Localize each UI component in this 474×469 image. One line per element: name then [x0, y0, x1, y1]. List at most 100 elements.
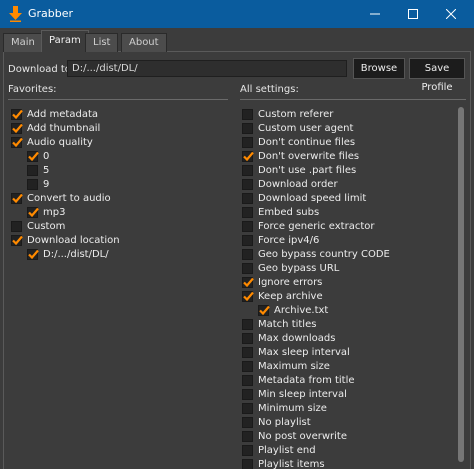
setting-label: No playlist — [258, 417, 311, 428]
checkbox[interactable] — [242, 361, 253, 372]
setting-label: Don't use .part files — [258, 165, 357, 176]
checkbox[interactable] — [242, 431, 253, 442]
checkmark-icon — [243, 277, 254, 288]
setting-label: Download order — [258, 179, 338, 190]
setting-label: Keep archive — [258, 291, 323, 302]
checkbox[interactable] — [11, 235, 23, 246]
checkbox[interactable] — [242, 417, 253, 428]
setting-label: Playlist end — [258, 445, 316, 456]
setting-label: Ignore errors — [258, 277, 323, 288]
checkbox[interactable] — [11, 221, 22, 232]
checkbox[interactable] — [27, 179, 38, 190]
tab-list[interactable]: List — [85, 33, 119, 52]
checkmark-icon — [28, 249, 39, 260]
checkmark-icon — [12, 235, 23, 246]
checkbox[interactable] — [242, 389, 253, 400]
setting-label: Maximum size — [258, 361, 330, 372]
checkbox[interactable] — [27, 165, 38, 176]
setting-label: Audio quality — [27, 137, 93, 148]
setting-label: Download location — [27, 235, 120, 246]
setting-label: No post overwrite — [258, 431, 347, 442]
close-icon — [446, 9, 456, 19]
setting-label: Match titles — [258, 319, 317, 330]
setting-label: Max sleep interval — [258, 347, 350, 358]
close-button[interactable] — [428, 0, 474, 28]
setting-label: Add thumbnail — [27, 123, 101, 134]
setting-label: Archive.txt — [274, 305, 329, 316]
download-to-label: Download to: — [8, 64, 75, 75]
setting-label: Force generic extractor — [258, 221, 375, 232]
checkbox[interactable] — [11, 137, 23, 148]
favorites-separator — [8, 99, 228, 100]
setting-label: Don't continue files — [258, 137, 356, 148]
setting-label: 9 — [43, 179, 50, 190]
setting-label: Force ipv4/6 — [258, 235, 320, 246]
checkbox[interactable] — [242, 235, 253, 246]
title-bar: Grabber — [0, 0, 474, 28]
tab-main[interactable]: Main — [3, 33, 43, 52]
checkmark-icon — [12, 109, 23, 120]
checkmark-icon — [28, 151, 39, 162]
checkbox[interactable] — [11, 109, 23, 120]
tab-param[interactable]: Param — [41, 30, 89, 52]
checkbox[interactable] — [27, 249, 39, 260]
setting-label: Max downloads — [258, 333, 336, 344]
checkmark-icon — [243, 151, 254, 162]
checkbox[interactable] — [242, 179, 253, 190]
setting-label: Geo bypass URL — [258, 263, 340, 274]
checkbox[interactable] — [242, 445, 253, 456]
checkbox[interactable] — [27, 151, 39, 162]
setting-label: Don't overwrite files — [258, 151, 360, 162]
checkbox[interactable] — [242, 151, 254, 162]
scrollbar-thumb[interactable] — [458, 107, 464, 462]
checkbox[interactable] — [242, 347, 253, 358]
checkbox[interactable] — [258, 305, 270, 316]
save-profile-button[interactable]: Save Profile — [409, 58, 465, 93]
all-settings-label: All settings: — [240, 84, 299, 95]
checkbox[interactable] — [242, 207, 253, 218]
browse-button[interactable]: Browse — [353, 58, 405, 79]
setting-label: Geo bypass country CODE — [258, 249, 390, 260]
checkbox[interactable] — [242, 459, 253, 469]
setting-label: mp3 — [43, 207, 66, 218]
setting-label: Convert to audio — [27, 193, 111, 204]
minimize-icon — [370, 13, 380, 15]
settings-scrollbar[interactable] — [457, 107, 465, 469]
checkbox[interactable] — [242, 221, 253, 232]
checkbox[interactable] — [242, 249, 253, 260]
checkbox[interactable] — [242, 123, 253, 134]
checkbox[interactable] — [242, 375, 253, 386]
checkmark-icon — [12, 193, 23, 204]
setting-label: Custom user agent — [258, 123, 354, 134]
checkbox[interactable] — [242, 403, 253, 414]
favorites-label: Favorites: — [8, 84, 57, 95]
setting-label: Download speed limit — [258, 193, 367, 204]
checkbox[interactable] — [242, 291, 254, 302]
window-title: Grabber — [28, 7, 74, 20]
setting-label: 5 — [43, 165, 50, 176]
checkmark-icon — [12, 123, 23, 134]
setting-label: Custom referer — [258, 109, 334, 120]
checkbox[interactable] — [242, 277, 254, 288]
checkmark-icon — [28, 207, 39, 218]
tab-about[interactable]: About — [121, 33, 167, 52]
setting-label: Minimum size — [258, 403, 327, 414]
setting-label: Min sleep interval — [258, 389, 347, 400]
setting-label: 0 — [43, 151, 50, 162]
checkbox[interactable] — [11, 193, 23, 204]
checkbox[interactable] — [242, 333, 253, 344]
checkbox[interactable] — [242, 165, 253, 176]
setting-label: Embed subs — [258, 207, 320, 218]
checkbox[interactable] — [11, 123, 23, 134]
setting-label: Playlist items — [258, 459, 325, 469]
checkbox[interactable] — [27, 207, 39, 218]
checkbox[interactable] — [242, 263, 253, 274]
checkbox[interactable] — [242, 137, 253, 148]
download-path-field[interactable]: D:/.../dist/DL/ — [67, 60, 347, 77]
checkbox[interactable] — [242, 319, 253, 330]
checkbox[interactable] — [242, 109, 253, 120]
checkbox[interactable] — [242, 193, 253, 204]
setting-label: Metadata from title — [258, 375, 355, 386]
download-arrow-icon — [9, 6, 22, 22]
setting-label: D:/.../dist/DL/ — [43, 249, 109, 260]
